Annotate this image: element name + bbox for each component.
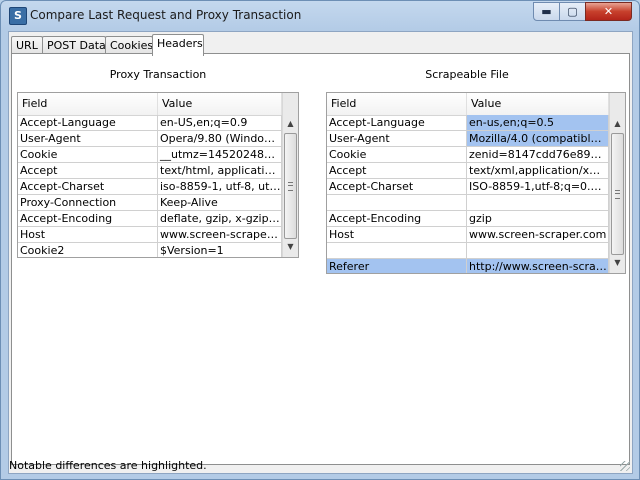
table-row[interactable]: Referer http://www.screen-scrap...: [327, 259, 609, 273]
resize-grip-icon[interactable]: [620, 461, 630, 471]
scrapeable-file-table[interactable]: Field Value Accept-Language en-us,en;q=0.…: [326, 92, 626, 274]
table-row[interactable]: Accept text/xml,application/xml,a...: [327, 163, 609, 179]
column-header-field[interactable]: Field: [327, 93, 467, 115]
value-cell: [467, 243, 609, 259]
left-vertical-scrollbar[interactable]: ▲ ▼: [282, 93, 298, 257]
table-row[interactable]: Accept-Encoding gzip: [327, 211, 609, 227]
table-row[interactable]: [327, 195, 609, 211]
scroll-down-arrow-icon[interactable]: ▼: [610, 255, 625, 271]
value-cell: en-US,en;q=0.9: [158, 115, 282, 131]
tab-post-data[interactable]: POST Data: [42, 36, 106, 54]
field-cell: [327, 195, 467, 211]
table-row[interactable]: Accepttext/html, application/xml...: [18, 163, 282, 179]
field-cell: Accept-Charset: [18, 179, 158, 195]
minimize-button[interactable]: ▬: [533, 2, 560, 21]
table-row[interactable]: Cookie__utmz=145202486.1278...: [18, 147, 282, 163]
table-row[interactable]: Accept-Charsetiso-8859-1, utf-8, utf-16,…: [18, 179, 282, 195]
value-cell: en-us,en;q=0.5: [467, 115, 609, 131]
title-bar[interactable]: S Compare Last Request and Proxy Transac…: [1, 1, 639, 31]
value-cell: deflate, gzip, x-gzip, iden...: [158, 211, 282, 227]
table-row[interactable]: [327, 243, 609, 259]
value-cell: zenid=8147cdd76e8915a...: [467, 147, 609, 163]
field-cell: Host: [18, 227, 158, 243]
field-cell: Accept: [327, 163, 467, 179]
table-row[interactable]: Accept-Charset ISO-8859-1,utf-8;q=0.7,...: [327, 179, 609, 195]
field-cell: Accept: [18, 163, 158, 179]
field-cell: Cookie: [327, 147, 467, 163]
value-cell: gzip: [467, 211, 609, 227]
field-cell: Host: [327, 227, 467, 243]
value-cell: www.screen-scraper.com: [158, 227, 282, 243]
value-cell: __utmz=145202486.1278...: [158, 147, 282, 163]
value-cell: iso-8859-1, utf-8, utf-16,...: [158, 179, 282, 195]
field-cell: Referer: [327, 259, 467, 273]
value-cell: Keep-Alive: [158, 195, 282, 211]
window-title: Compare Last Request and Proxy Transacti…: [30, 8, 302, 22]
value-cell: Opera/9.80 (Windows NT ...: [158, 131, 282, 147]
table-header: Field Value: [18, 93, 282, 116]
field-cell: User-Agent: [327, 131, 467, 147]
value-cell: www.screen-scraper.com: [467, 227, 609, 243]
field-cell: Accept-Encoding: [327, 211, 467, 227]
table-row[interactable]: Accept-Language en-US,en;q=0.9: [18, 115, 282, 131]
column-header-field[interactable]: Field: [18, 93, 158, 115]
scroll-up-arrow-icon[interactable]: ▲: [283, 116, 298, 132]
scroll-down-arrow-icon[interactable]: ▼: [283, 239, 298, 255]
field-cell: Cookie2: [18, 243, 158, 257]
table-row[interactable]: Accept-Language en-us,en;q=0.5: [327, 115, 609, 131]
right-vertical-scrollbar[interactable]: ▲ ▼: [609, 93, 625, 273]
field-cell: Accept-Encoding: [18, 211, 158, 227]
status-bar: Notable differences are highlighted.: [9, 458, 632, 473]
client-area: URL POST Data Cookies Headers Proxy Tran…: [8, 31, 633, 474]
field-cell: Accept-Charset: [327, 179, 467, 195]
field-cell: User-Agent: [18, 131, 158, 147]
maximize-button[interactable]: ▢: [559, 2, 586, 21]
scroll-thumb[interactable]: [611, 133, 624, 255]
value-cell: http://www.screen-scrap...: [467, 259, 609, 273]
field-cell: Cookie: [18, 147, 158, 163]
value-cell: [467, 195, 609, 211]
app-icon[interactable]: S: [9, 7, 27, 25]
table-row[interactable]: User-Agent Mozilla/4.0 (compatible; M...: [327, 131, 609, 147]
tab-cookies[interactable]: Cookies: [105, 36, 153, 54]
close-button[interactable]: ✕: [585, 2, 632, 21]
column-header-value[interactable]: Value: [467, 93, 609, 115]
scroll-up-arrow-icon[interactable]: ▲: [610, 116, 625, 132]
grip-icon: [288, 182, 293, 191]
value-cell: text/html, application/xml...: [158, 163, 282, 179]
value-cell: Mozilla/4.0 (compatible; M...: [467, 131, 609, 147]
grip-icon: [615, 190, 620, 199]
tab-url[interactable]: URL: [11, 36, 43, 54]
table-row[interactable]: Hostwww.screen-scraper.com: [18, 227, 282, 243]
headers-panel: Proxy Transaction Scrapeable File Field …: [11, 53, 630, 465]
right-panel-title: Scrapeable File: [425, 68, 509, 81]
scroll-thumb[interactable]: [284, 133, 297, 239]
compare-window: S Compare Last Request and Proxy Transac…: [0, 0, 640, 480]
tab-headers[interactable]: Headers: [152, 34, 204, 56]
value-cell: ISO-8859-1,utf-8;q=0.7,...: [467, 179, 609, 195]
field-cell: Accept-Language: [18, 115, 158, 131]
column-header-value[interactable]: Value: [158, 93, 282, 115]
table-row[interactable]: Cookie zenid=8147cdd76e8915a...: [327, 147, 609, 163]
proxy-transaction-table[interactable]: Field Value Accept-Language en-US,en;q=0.…: [17, 92, 299, 258]
field-cell: Accept-Language: [327, 115, 467, 131]
table-row[interactable]: Proxy-Connection Keep-Alive: [18, 195, 282, 211]
table-row[interactable]: Hostwww.screen-scraper.com: [327, 227, 609, 243]
status-text: Notable differences are highlighted.: [9, 459, 207, 472]
table-row[interactable]: Cookie2 $Version=1: [18, 243, 282, 257]
value-cell: text/xml,application/xml,a...: [467, 163, 609, 179]
value-cell: $Version=1: [158, 243, 282, 257]
table-row[interactable]: Accept-Encodingdeflate, gzip, x-gzip, id…: [18, 211, 282, 227]
table-header: Field Value: [327, 93, 609, 116]
table-row[interactable]: User-AgentOpera/9.80 (Windows NT ...: [18, 131, 282, 147]
left-panel-title: Proxy Transaction: [109, 68, 207, 81]
field-cell: Proxy-Connection: [18, 195, 158, 211]
field-cell: [327, 243, 467, 259]
